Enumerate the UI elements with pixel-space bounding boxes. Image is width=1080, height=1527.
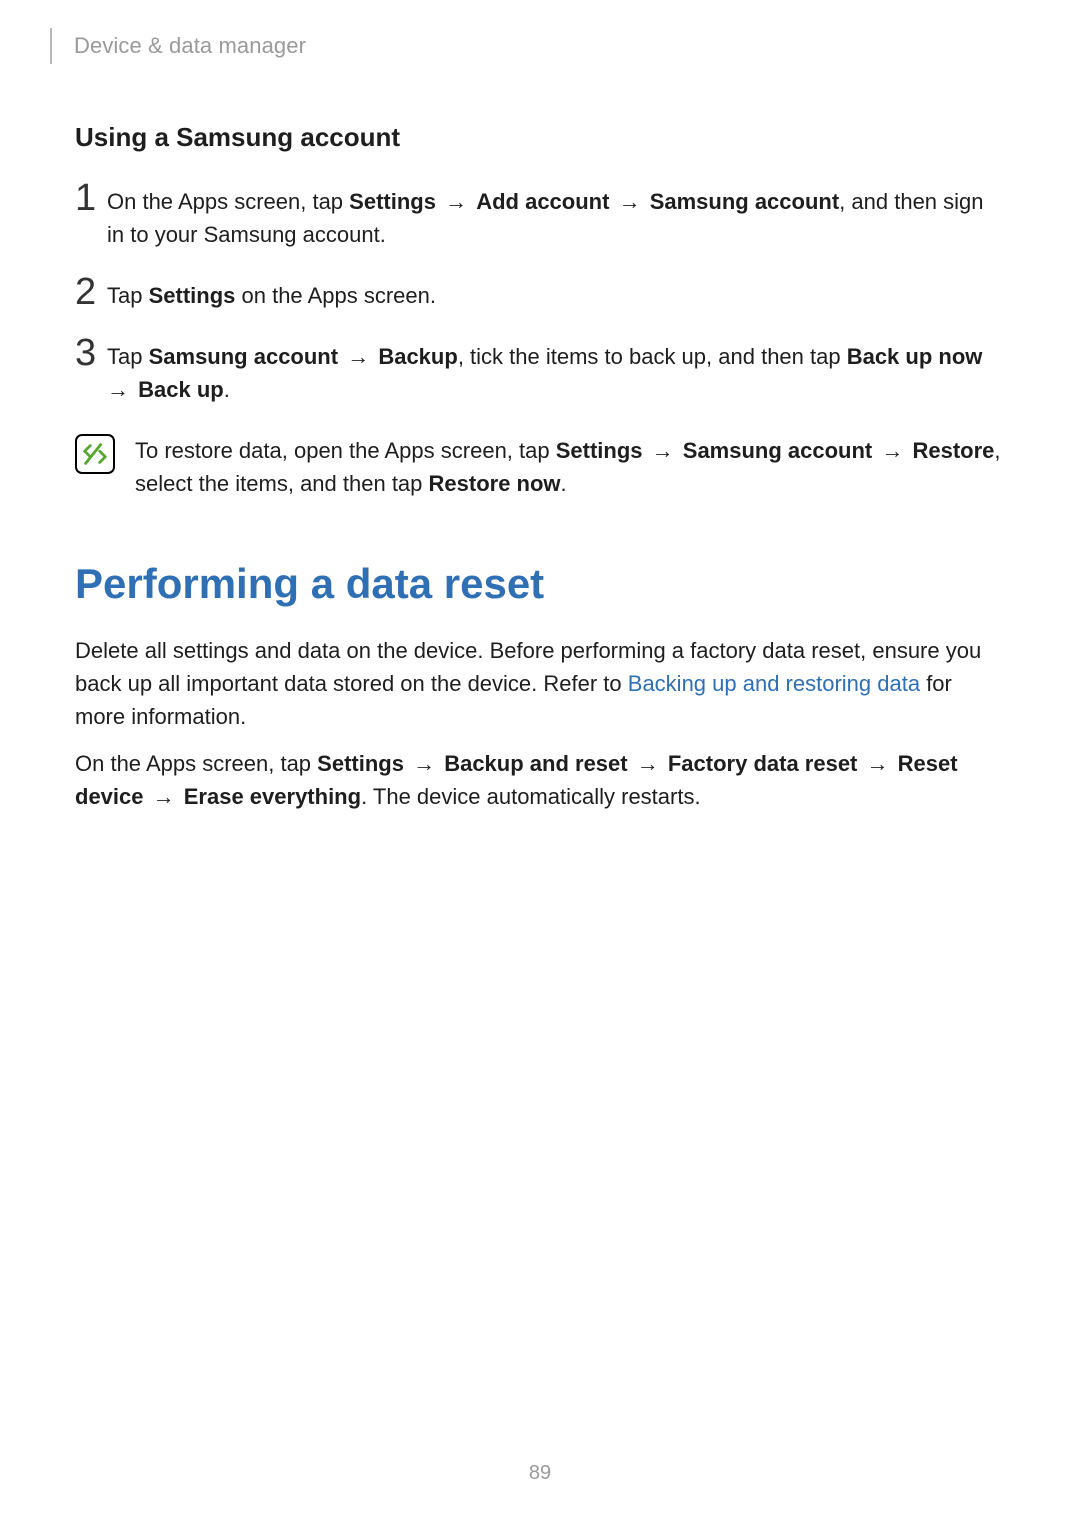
link-backing-up[interactable]: Backing up and restoring data — [628, 671, 920, 696]
bold: Samsung account — [683, 438, 872, 463]
note-text: To restore data, open the Apps screen, t… — [135, 434, 1005, 500]
paragraph: On the Apps screen, tap Settings → Backu… — [75, 747, 1005, 813]
paragraph: Delete all settings and data on the devi… — [75, 634, 1005, 733]
step-text: Tap Samsung account → Backup, tick the i… — [107, 340, 1005, 406]
text: Tap — [107, 344, 149, 369]
breadcrumb: Device & data manager — [74, 33, 306, 59]
text: Tap — [107, 283, 149, 308]
text: On the Apps screen, tap — [75, 751, 317, 776]
breadcrumb-strip: Device & data manager — [75, 28, 1005, 64]
bold: Settings — [149, 283, 236, 308]
text: on the Apps screen. — [235, 283, 436, 308]
arrow-icon: → — [872, 438, 912, 463]
page-number: 89 — [0, 1462, 1080, 1485]
step-text: Tap Settings on the Apps screen. — [107, 279, 1005, 312]
bold: Restore now — [429, 471, 561, 496]
section-heading: Performing a data reset — [75, 560, 1005, 608]
step-number: 3 — [75, 338, 107, 368]
note-icon — [75, 434, 115, 474]
bold: Samsung account — [650, 189, 839, 214]
arrow-icon: → — [404, 751, 444, 776]
text: . — [224, 377, 230, 402]
text: To restore data, open the Apps screen, t… — [135, 438, 556, 463]
arrow-icon: → — [857, 751, 897, 776]
step-item: 3 Tap Samsung account → Backup, tick the… — [75, 340, 1005, 406]
bold: Samsung account — [149, 344, 338, 369]
bold: Erase everything — [184, 784, 361, 809]
step-number: 1 — [75, 183, 107, 213]
bold: Settings — [349, 189, 436, 214]
step-item: 2 Tap Settings on the Apps screen. — [75, 279, 1005, 312]
step-item: 1 On the Apps screen, tap Settings → Add… — [75, 185, 1005, 251]
bold: Factory data reset — [668, 751, 858, 776]
text: On the Apps screen, tap — [107, 189, 349, 214]
bold: Back up now — [847, 344, 983, 369]
bold: Backup — [378, 344, 457, 369]
arrow-icon: → — [338, 344, 378, 369]
arrow-icon: → — [436, 189, 476, 214]
text: . — [561, 471, 567, 496]
arrow-icon: → — [628, 751, 668, 776]
arrow-icon: → — [144, 784, 184, 809]
note-callout: To restore data, open the Apps screen, t… — [75, 434, 1005, 500]
bold: Backup and reset — [444, 751, 627, 776]
text: . The device automatically restarts. — [361, 784, 701, 809]
manual-page: Device & data manager Using a Samsung ac… — [0, 0, 1080, 1527]
bold: Settings — [556, 438, 643, 463]
bold: Restore — [913, 438, 995, 463]
bold: Settings — [317, 751, 404, 776]
step-list: 1 On the Apps screen, tap Settings → Add… — [75, 185, 1005, 406]
step-number: 2 — [75, 277, 107, 307]
header-rule — [50, 28, 52, 64]
step-text: On the Apps screen, tap Settings → Add a… — [107, 185, 1005, 251]
arrow-icon: → — [609, 189, 649, 214]
bold: Back up — [138, 377, 224, 402]
subsection-heading: Using a Samsung account — [75, 122, 1005, 153]
bold: Add account — [476, 189, 609, 214]
text: , tick the items to back up, and then ta… — [458, 344, 847, 369]
arrow-icon: → — [643, 438, 683, 463]
